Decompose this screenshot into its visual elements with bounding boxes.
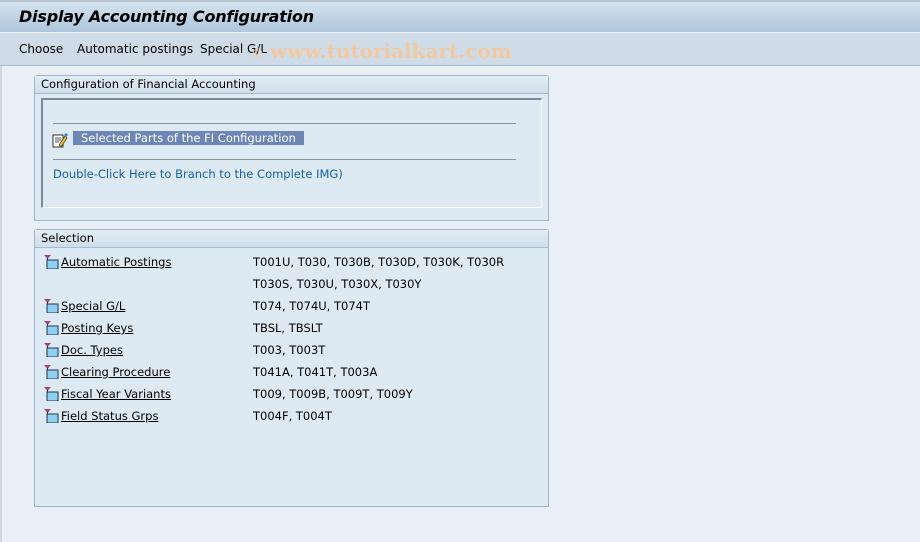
selection-panel-header: Selection [35, 230, 548, 248]
watermark: © www.tutorialkart.com [251, 39, 512, 63]
tables-automatic-postings-2: T030S, T030U, T030X, T030Y [253, 277, 422, 291]
link-automatic-postings[interactable]: Automatic Postings [61, 254, 171, 270]
title-bar: Display Accounting Configuration [0, 0, 920, 33]
edit-document-icon[interactable] [52, 132, 68, 148]
tables-special-gl: T074, T074U, T074T [253, 299, 370, 313]
folder-tree-icon [43, 255, 59, 270]
window-title: Display Accounting Configuration [19, 7, 314, 26]
selection-panel: Selection Automatic Postings T001U, T030… [34, 229, 549, 507]
folder-tree-icon [43, 321, 59, 336]
folder-tree-icon [43, 387, 59, 402]
link-field-status-grps[interactable]: Field Status Grps [61, 408, 158, 424]
tables-fiscal-year-variants: T009, T009B, T009T, T009Y [253, 387, 413, 401]
folder-tree-icon [43, 299, 59, 314]
window-frame-left [0, 0, 2, 542]
copyright-symbol: © [251, 47, 264, 62]
link-posting-keys[interactable]: Posting Keys [61, 320, 133, 336]
complete-img-link[interactable]: Double-Click Here to Branch to the Compl… [53, 167, 343, 181]
tables-clearing-procedure: T041A, T041T, T003A [253, 365, 378, 379]
folder-tree-icon [43, 343, 59, 358]
tables-doc-types: T003, T003T [253, 343, 326, 357]
link-clearing-procedure[interactable]: Clearing Procedure [61, 364, 170, 380]
link-special-gl[interactable]: Special G/L [61, 298, 125, 314]
divider [53, 159, 516, 160]
divider [53, 123, 516, 124]
link-doc-types[interactable]: Doc. Types [61, 342, 123, 358]
tables-field-status-grps: T004F, T004T [253, 409, 332, 423]
watermark-text: www.tutorialkart.com [270, 39, 512, 63]
menu-choose[interactable]: Choose [19, 42, 63, 56]
tables-automatic-postings-1: T001U, T030, T030B, T030D, T030K, T030R [253, 255, 505, 269]
selected-parts-node[interactable]: Selected Parts of the FI Configuration [73, 131, 304, 145]
config-panel-header: Configuration of Financial Accounting [35, 76, 548, 94]
folder-tree-icon [43, 409, 59, 424]
tables-posting-keys: TBSL, TBSLT [253, 321, 323, 335]
config-tree-box: Selected Parts of the FI Configuration D… [41, 98, 542, 208]
config-panel: Configuration of Financial Accounting Se… [34, 75, 549, 221]
link-fiscal-year-variants[interactable]: Fiscal Year Variants [61, 386, 171, 402]
folder-tree-icon [43, 365, 59, 380]
menu-automatic-postings[interactable]: Automatic postings [77, 42, 193, 56]
